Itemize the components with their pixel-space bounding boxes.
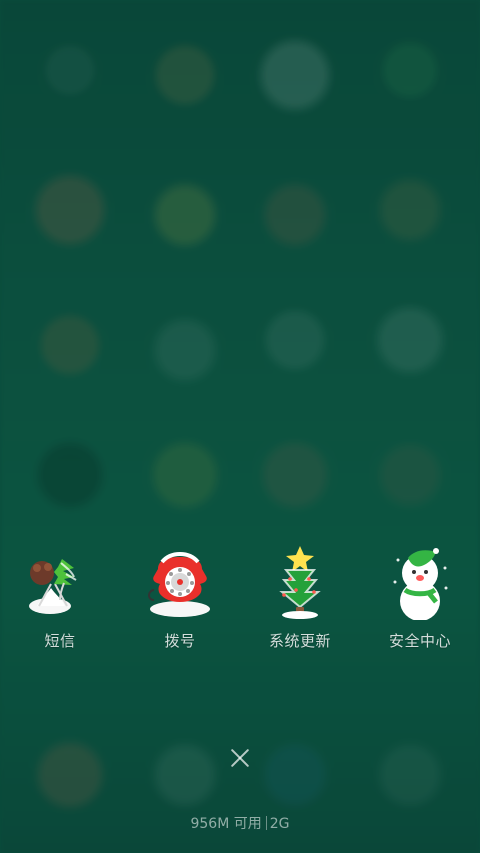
app-shortcut-system-update[interactable]: 系统更新 xyxy=(240,540,360,660)
security-center-icon xyxy=(380,540,460,621)
app-label-system-update: 系统更新 xyxy=(268,632,331,650)
app-shortcut-phone[interactable]: 拨号 xyxy=(120,540,240,660)
network-text: 2G xyxy=(269,816,290,832)
background-overlay xyxy=(0,0,480,853)
memory-text: 956M 可用 xyxy=(190,816,262,832)
app-label-phone: 拨号 xyxy=(164,632,196,650)
app-shortcut-messages[interactable]: 短信 xyxy=(0,540,120,660)
status-separator xyxy=(265,816,267,830)
messages-icon xyxy=(20,540,100,620)
memory-status: 956M 可用 2G xyxy=(0,814,480,834)
phone-icon xyxy=(140,540,220,620)
recent-apps-screen: 短信 拨号 系统更新 安全中心 956M 可用 2G xyxy=(0,0,480,853)
app-label-messages: 短信 xyxy=(44,632,76,650)
system-update-icon xyxy=(260,540,340,620)
app-label-security-center: 安全中心 xyxy=(388,632,451,650)
recent-app-row: 短信 拨号 系统更新 安全中心 xyxy=(0,540,480,660)
app-shortcut-security-center[interactable]: 安全中心 xyxy=(360,540,480,660)
close-icon[interactable] xyxy=(224,742,256,774)
